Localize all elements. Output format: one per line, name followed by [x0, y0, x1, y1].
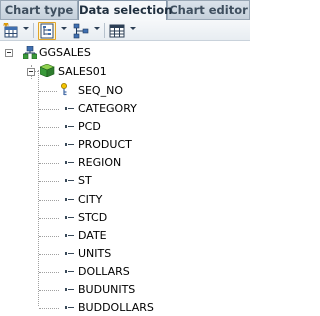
tree-connector — [39, 109, 59, 110]
tab-bar: Chart type Data selection Chart editor — [0, 0, 250, 20]
grid-columns-button[interactable] — [109, 22, 125, 40]
field-icon — [65, 288, 74, 291]
tree-field-label: DATE — [78, 229, 107, 242]
tree-field-row[interactable]: CITY — [0, 191, 250, 208]
toolbar-separator — [33, 23, 34, 38]
tree-field-label: ST — [78, 174, 92, 187]
tree-connector — [39, 91, 57, 92]
tree-field-label: PRODUCT — [78, 138, 132, 151]
tree-field-label: DOLLARS — [78, 265, 130, 278]
tree-connector — [39, 163, 59, 164]
tree-field-row[interactable]: BUDUNITS — [0, 281, 250, 298]
tree-view-button[interactable] — [38, 22, 56, 40]
field-icon — [65, 198, 74, 201]
tree-field-row[interactable]: PRODUCT — [0, 136, 250, 153]
tree-field-row[interactable]: DOLLARS — [0, 263, 250, 280]
tree-field-row[interactable]: SEQ_NO — [0, 82, 250, 99]
field-icon — [65, 270, 74, 273]
field-icon — [65, 161, 74, 164]
tree-connector — [39, 236, 59, 237]
tab-chart-editor[interactable]: Chart editor — [167, 0, 250, 19]
tree-field-row[interactable]: DATE — [0, 227, 250, 244]
hierarchy-dropdown-caret[interactable] — [94, 27, 100, 30]
grid-columns-dropdown-caret[interactable] — [130, 27, 136, 30]
database-network-icon — [23, 46, 37, 59]
toolbar-separator — [104, 23, 105, 38]
field-icon — [65, 252, 74, 255]
tree-field-label: CATEGORY — [78, 102, 137, 115]
tree-connector — [39, 218, 59, 219]
tree-connector — [39, 272, 59, 273]
tree-field-row[interactable]: STCD — [0, 209, 250, 226]
tree-view-icon — [40, 23, 54, 39]
field-icon — [65, 107, 74, 110]
add-table-button[interactable] — [3, 22, 19, 40]
segment-green-icon — [40, 64, 55, 77]
field-icon — [65, 306, 74, 309]
tree-view-dropdown-caret[interactable] — [61, 27, 67, 30]
tree-segment-row[interactable]: SALES01 — [0, 63, 250, 80]
tab-data-selection[interactable]: Data selection — [78, 0, 172, 20]
field-icon — [65, 125, 74, 128]
tree-connector — [39, 200, 59, 201]
tree-field-row[interactable]: CATEGORY — [0, 100, 250, 117]
tree-root-label: GGSALES — [39, 46, 91, 59]
field-icon — [65, 216, 74, 219]
tree-connector — [39, 308, 59, 309]
tree-field-label: CITY — [78, 193, 103, 206]
tree-field-row[interactable]: REGION — [0, 154, 250, 171]
field-icon — [65, 179, 74, 182]
tree-field-label: REGION — [78, 156, 122, 169]
field-icon — [65, 234, 74, 237]
tree-root-row[interactable]: GGSALES — [0, 44, 250, 61]
toolbar — [0, 19, 250, 41]
field-icon — [65, 143, 74, 146]
tree-field-label: STCD — [78, 211, 108, 224]
tree-field-label: BUDDOLLARS — [78, 301, 154, 314]
add-table-icon — [3, 23, 18, 38]
add-table-dropdown-caret[interactable] — [23, 27, 29, 30]
collapse-segment-toggle[interactable] — [27, 68, 35, 76]
tree-field-row[interactable]: ST — [0, 172, 250, 189]
tab-chart-type[interactable]: Chart type — [0, 0, 78, 19]
tree-field-row[interactable]: UNITS — [0, 245, 250, 262]
tree-field-label: BUDUNITS — [78, 283, 136, 296]
tree-field-label: PCD — [78, 120, 101, 133]
tree-connector — [39, 181, 59, 182]
grid-columns-icon — [109, 24, 125, 38]
data-tree: GGSALES SALES01 SEQ_NO CATEGORY PCD PRODUC… — [0, 41, 250, 314]
tree-segment-label: SALES01 — [58, 65, 107, 78]
tree-connector — [39, 145, 59, 146]
hierarchy-button[interactable] — [73, 22, 89, 40]
tree-connector — [39, 290, 59, 291]
hierarchy-icon — [73, 23, 89, 39]
tree-field-row[interactable]: BUDDOLLARS — [0, 299, 250, 316]
key-field-icon — [61, 83, 67, 96]
tree-field-label: UNITS — [78, 247, 112, 260]
tree-connector — [39, 254, 59, 255]
collapse-root-toggle[interactable] — [5, 49, 13, 57]
tree-field-label: SEQ_NO — [78, 84, 123, 97]
tree-field-row[interactable]: PCD — [0, 118, 250, 135]
tree-connector — [39, 127, 59, 128]
